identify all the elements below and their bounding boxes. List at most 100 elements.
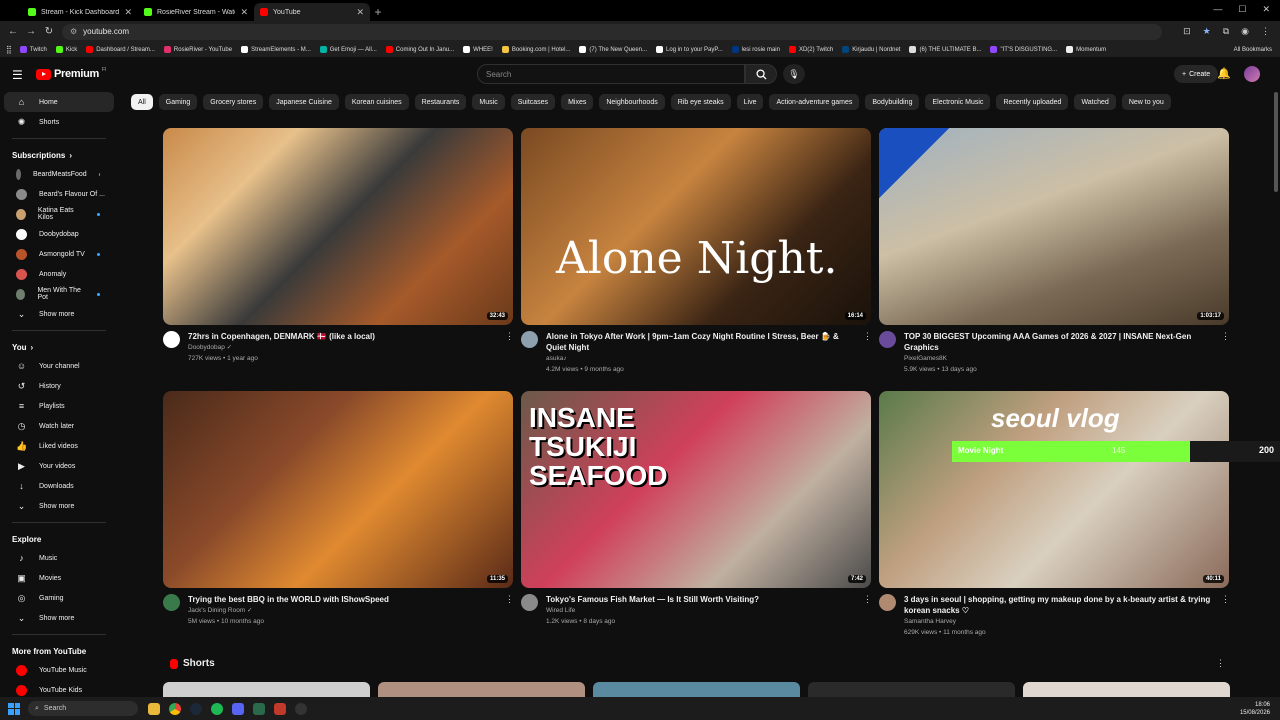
spotify-icon[interactable] (211, 702, 223, 715)
apps-icon[interactable]: ⣿ (6, 45, 12, 54)
video-title[interactable]: Tokyo's Famous Fish Market — Is It Still… (546, 594, 855, 605)
bookmark-item[interactable]: Log in to your PayP... (656, 46, 723, 53)
browser-tab[interactable]: RosieRiver Stream - Watch Live ✕ (138, 3, 254, 21)
you-heading[interactable]: You › (0, 335, 118, 356)
filter-chip[interactable]: All (131, 94, 153, 110)
tab-close-icon[interactable]: ✕ (124, 7, 132, 18)
channel-name[interactable]: Jack's Dining Room ✓ (188, 605, 497, 616)
tab-close-icon[interactable]: ✕ (356, 7, 364, 18)
channel-avatar[interactable] (879, 594, 896, 611)
sidebar-subscription[interactable]: Anomaly (4, 264, 114, 284)
filter-chip[interactable]: Restaurants (414, 94, 467, 110)
reload-icon[interactable]: ↻ (40, 26, 58, 37)
close-window-icon[interactable]: ✕ (1262, 4, 1270, 15)
sidebar-item-your-channel[interactable]: ☺ Your channel (4, 356, 114, 376)
video-more-icon[interactable]: ⋮ (505, 331, 514, 364)
sidebar-item-downloads[interactable]: ↓ Downloads (4, 476, 114, 496)
sidebar-item-home[interactable]: ⌂ Home (4, 92, 114, 112)
sidebar-item-playlists[interactable]: ≡ Playlists (4, 396, 114, 416)
channel-name[interactable]: PixelGames8K (904, 353, 1213, 364)
show-more-you[interactable]: ⌄ Show more (4, 496, 114, 516)
sidebar-subscription[interactable]: Doobydobap (4, 224, 114, 244)
bookmark-star-icon[interactable]: ★ (1203, 26, 1211, 37)
back-icon[interactable]: ← (4, 26, 22, 37)
all-bookmarks-link[interactable]: All Bookmarks (1234, 47, 1272, 53)
notifications-bell-icon[interactable]: 🔔 (1217, 67, 1231, 80)
bookmark-item[interactable]: Booking.com | Hotel... (501, 46, 570, 53)
sidebar-item-history[interactable]: ↺ History (4, 376, 114, 396)
video-more-icon[interactable]: ⋮ (1221, 331, 1230, 375)
video-thumbnail[interactable]: seoul vlog 40:11 (879, 391, 1229, 588)
channel-name[interactable]: Samantha Harvey (904, 616, 1213, 627)
taskbar-clock[interactable]: 18:06 15/08/2026 (1240, 701, 1280, 717)
sidebar-item-movies[interactable]: ▣ Movies (4, 568, 114, 588)
file-explorer-icon[interactable] (148, 702, 160, 715)
bookmark-item[interactable]: Coming Out In Janu... (385, 46, 454, 53)
bookmark-item[interactable]: Dashboard / Stream... (86, 46, 155, 53)
bookmark-item[interactable]: XD(2) Twitch (788, 46, 833, 53)
filter-chip[interactable]: Music (472, 94, 505, 110)
video-title[interactable]: 3 days in seoul | shopping, getting my m… (904, 594, 1213, 616)
sidebar-subscription[interactable]: Asmongold TV (4, 244, 114, 264)
filter-chip[interactable]: Electronic Music (925, 94, 991, 110)
sidebar-subscription[interactable]: Katina Eats Kilos (4, 204, 114, 224)
short-thumbnail[interactable] (163, 682, 370, 697)
video-more-icon[interactable]: ⋮ (1221, 594, 1230, 638)
filter-chip[interactable]: Mixes (561, 94, 594, 110)
bookmark-item[interactable]: lesi rosie main (731, 46, 780, 53)
forward-icon[interactable]: → (22, 26, 40, 37)
video-title[interactable]: Trying the best BBQ in the WORLD with IS… (188, 594, 497, 605)
video-thumbnail[interactable]: 32:43 (163, 128, 513, 325)
maximize-icon[interactable]: ☐ (1238, 4, 1246, 15)
obs-icon[interactable] (295, 702, 307, 715)
minimize-icon[interactable]: — (1213, 4, 1222, 15)
create-button[interactable]: + Create (1174, 65, 1219, 83)
bookmark-item[interactable]: WHEE! (463, 46, 493, 53)
bookmark-item[interactable]: Momentum (1066, 46, 1106, 53)
new-tab-button[interactable]: + (370, 3, 386, 21)
bookmark-item[interactable]: Kirjaudu | Nordnet (842, 46, 900, 53)
video-card[interactable]: 32:43 72hrs in Copenhagen, DENMARK 🇩🇰 (li… (163, 128, 514, 364)
page-scrollbar[interactable] (1274, 92, 1278, 192)
filter-chip[interactable]: Recently uploaded (996, 94, 1069, 110)
sidebar-subscription[interactable]: BeardMeatsFood (4, 164, 114, 184)
channel-avatar[interactable] (163, 594, 180, 611)
filter-chip[interactable]: Korean cuisines (344, 94, 409, 110)
video-card[interactable]: Alone Night. 16:14 Alone in Tokyo After Wo… (521, 128, 872, 375)
video-more-icon[interactable]: ⋮ (505, 594, 514, 627)
bookmark-item[interactable]: (7) The New Queen... (579, 46, 647, 53)
channel-name[interactable]: Doobydobap ✓ (188, 342, 497, 353)
bookmark-item[interactable]: Get Emoji — All... (319, 46, 377, 53)
voice-search-button[interactable]: 🎙 (783, 64, 805, 84)
menu-icon[interactable]: ⋮ (1261, 26, 1270, 37)
video-card[interactable]: 1:03:17 TOP 30 BIGGEST Upcoming AAA Games… (879, 128, 1230, 375)
bookmark-item[interactable]: Twitch (19, 46, 47, 53)
sidebar-item-watch-later[interactable]: ◷ Watch later (4, 416, 114, 436)
channel-avatar[interactable] (521, 331, 538, 348)
video-thumbnail[interactable]: 1:03:17 (879, 128, 1229, 325)
sidebar-item-youtube-music[interactable]: YouTube Music (4, 660, 114, 680)
short-thumbnail[interactable] (593, 682, 800, 697)
channel-name[interactable]: asuka♪ (546, 353, 855, 364)
filter-chip[interactable]: Gaming (158, 94, 198, 110)
hamburger-menu-icon[interactable]: ☰ (12, 68, 23, 82)
show-more-subscriptions[interactable]: ⌄ Show more (4, 304, 114, 324)
channel-avatar[interactable] (879, 331, 896, 348)
filter-chip[interactable]: Live (736, 94, 764, 110)
filter-chip[interactable]: Bodybuilding (865, 94, 920, 110)
taskbar-search[interactable]: ⌕ Search (28, 701, 138, 716)
video-title[interactable]: TOP 30 BIGGEST Upcoming AAA Games of 202… (904, 331, 1213, 353)
tab-close-icon[interactable]: ✕ (240, 7, 248, 18)
filter-chip[interactable]: Watched (1074, 94, 1116, 110)
video-title[interactable]: Alone in Tokyo After Work | 9pm~1am Cozy… (546, 331, 855, 353)
video-more-icon[interactable]: ⋮ (863, 331, 872, 375)
filter-chip[interactable]: Rib eye steaks (670, 94, 731, 110)
video-thumbnail[interactable]: INSANE TSUKIJI SEAFOOD 7:42 (521, 391, 871, 588)
channel-name[interactable]: Wired Life (546, 605, 855, 616)
search-button[interactable] (745, 64, 777, 84)
channel-avatar[interactable] (163, 331, 180, 348)
profile-icon[interactable]: ◉ (1241, 26, 1249, 37)
video-title[interactable]: 72hrs in Copenhagen, DENMARK 🇩🇰 (like a … (188, 331, 497, 342)
browser-tab[interactable]: Stream - Kick Dashboard ✕ (22, 3, 138, 21)
sidebar-item-your-videos[interactable]: ▶ Your videos (4, 456, 114, 476)
